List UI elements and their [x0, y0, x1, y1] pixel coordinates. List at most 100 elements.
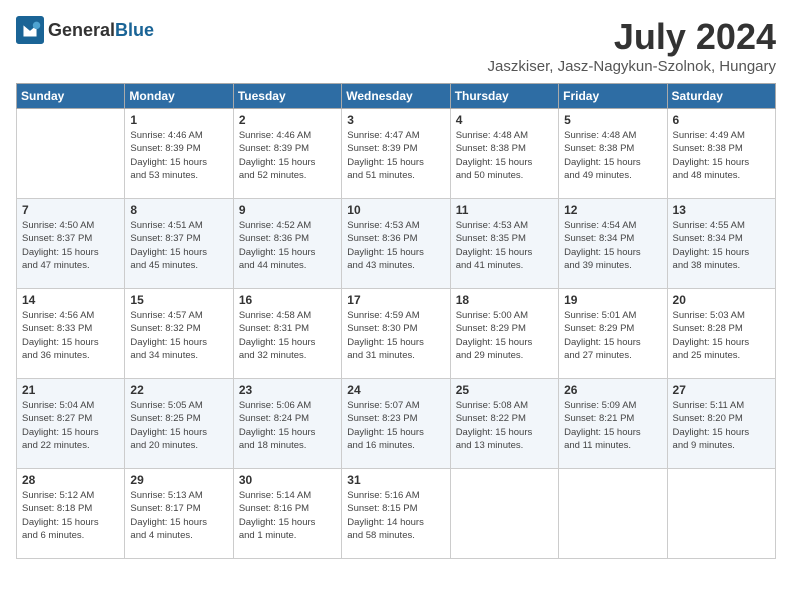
cell-info: Sunrise: 5:00 AM Sunset: 8:29 PM Dayligh…	[456, 309, 553, 362]
calendar-cell: 5Sunrise: 4:48 AM Sunset: 8:38 PM Daylig…	[559, 109, 667, 199]
calendar-cell	[559, 469, 667, 559]
cell-info: Sunrise: 5:09 AM Sunset: 8:21 PM Dayligh…	[564, 399, 661, 452]
header-tuesday: Tuesday	[233, 84, 341, 109]
calendar-week-2: 14Sunrise: 4:56 AM Sunset: 8:33 PM Dayli…	[17, 289, 776, 379]
page-header: GeneralBlue July 2024 Jaszkiser, Jasz-Na…	[16, 16, 776, 75]
calendar-cell: 8 Sunrise: 4:51 AM Sunset: 8:37 PM Daylig…	[125, 199, 233, 289]
day-number: 4	[456, 113, 553, 127]
calendar-cell: 24Sunrise: 5:07 AM Sunset: 8:23 PM Dayli…	[342, 379, 450, 469]
cell-info: Sunrise: 5:08 AM Sunset: 8:22 PM Dayligh…	[456, 399, 553, 452]
calendar-week-4: 28 Sunrise: 5:12 AM Sunset: 8:18 PM Dayli…	[17, 469, 776, 559]
header-sunday: Sunday	[17, 84, 125, 109]
day-number: 25	[456, 383, 553, 397]
calendar-header: Sunday Monday Tuesday Wednesday Thursday…	[17, 84, 776, 109]
day-number: 19	[564, 293, 661, 307]
calendar-cell: 31 Sunrise: 5:16 AM Sunset: 8:15 PM Dayli…	[342, 469, 450, 559]
cell-info: Sunrise: 5:13 AM Sunset: 8:17 PM Dayligh…	[130, 489, 227, 542]
calendar-cell: 3 Sunrise: 4:47 AM Sunset: 8:39 PM Daylig…	[342, 109, 450, 199]
calendar-cell: 12Sunrise: 4:54 AM Sunset: 8:34 PM Dayli…	[559, 199, 667, 289]
cell-info: Sunrise: 5:01 AM Sunset: 8:29 PM Dayligh…	[564, 309, 661, 362]
day-number: 8	[130, 203, 227, 217]
header-wednesday: Wednesday	[342, 84, 450, 109]
calendar-cell	[450, 469, 558, 559]
day-number: 30	[239, 473, 336, 487]
calendar-cell: 23Sunrise: 5:06 AM Sunset: 8:24 PM Dayli…	[233, 379, 341, 469]
day-number: 17	[347, 293, 444, 307]
calendar-cell: 21 Sunrise: 5:04 AM Sunset: 8:27 PM Dayli…	[17, 379, 125, 469]
calendar-table: Sunday Monday Tuesday Wednesday Thursday…	[16, 83, 776, 559]
cell-info: Sunrise: 4:52 AM Sunset: 8:36 PM Dayligh…	[239, 219, 336, 272]
calendar-cell: 16 Sunrise: 4:58 AM Sunset: 8:31 PM Dayli…	[233, 289, 341, 379]
calendar-cell: 29 Sunrise: 5:13 AM Sunset: 8:17 PM Dayli…	[125, 469, 233, 559]
logo-text: GeneralBlue	[48, 20, 154, 41]
cell-info: Sunrise: 4:57 AM Sunset: 8:32 PM Dayligh…	[130, 309, 227, 362]
cell-info: Sunrise: 5:16 AM Sunset: 8:15 PM Dayligh…	[347, 489, 444, 542]
day-number: 16	[239, 293, 336, 307]
day-number: 12	[564, 203, 661, 217]
calendar-cell: 15 Sunrise: 4:57 AM Sunset: 8:32 PM Dayli…	[125, 289, 233, 379]
day-number: 3	[347, 113, 444, 127]
day-number: 2	[239, 113, 336, 127]
header-friday: Friday	[559, 84, 667, 109]
day-number: 26	[564, 383, 661, 397]
day-number: 7	[22, 203, 119, 217]
calendar-week-3: 21 Sunrise: 5:04 AM Sunset: 8:27 PM Dayli…	[17, 379, 776, 469]
calendar-cell: 11 Sunrise: 4:53 AM Sunset: 8:35 PM Dayli…	[450, 199, 558, 289]
calendar-cell: 20 Sunrise: 5:03 AM Sunset: 8:28 PM Dayli…	[667, 289, 775, 379]
calendar-cell: 1Sunrise: 4:46 AM Sunset: 8:39 PM Daylig…	[125, 109, 233, 199]
logo-icon	[16, 16, 44, 44]
day-number: 6	[673, 113, 770, 127]
cell-info: Sunrise: 4:46 AM Sunset: 8:39 PM Dayligh…	[130, 129, 227, 182]
day-number: 20	[673, 293, 770, 307]
cell-info: Sunrise: 5:05 AM Sunset: 8:25 PM Dayligh…	[130, 399, 227, 452]
logo-general: General	[48, 20, 115, 40]
cell-info: Sunrise: 4:47 AM Sunset: 8:39 PM Dayligh…	[347, 129, 444, 182]
calendar-cell	[17, 109, 125, 199]
cell-info: Sunrise: 5:04 AM Sunset: 8:27 PM Dayligh…	[22, 399, 119, 452]
day-number: 22	[130, 383, 227, 397]
calendar-cell: 2 Sunrise: 4:46 AM Sunset: 8:39 PM Daylig…	[233, 109, 341, 199]
logo-blue: Blue	[115, 20, 154, 40]
cell-info: Sunrise: 5:06 AM Sunset: 8:24 PM Dayligh…	[239, 399, 336, 452]
cell-info: Sunrise: 5:12 AM Sunset: 8:18 PM Dayligh…	[22, 489, 119, 542]
cell-info: Sunrise: 4:59 AM Sunset: 8:30 PM Dayligh…	[347, 309, 444, 362]
header-monday: Monday	[125, 84, 233, 109]
day-number: 27	[673, 383, 770, 397]
cell-info: Sunrise: 4:49 AM Sunset: 8:38 PM Dayligh…	[673, 129, 770, 182]
location-title: Jaszkiser, Jasz-Nagykun-Szolnok, Hungary	[488, 58, 776, 75]
day-number: 15	[130, 293, 227, 307]
calendar-cell: 30Sunrise: 5:14 AM Sunset: 8:16 PM Dayli…	[233, 469, 341, 559]
day-number: 24	[347, 383, 444, 397]
day-number: 31	[347, 473, 444, 487]
calendar-cell: 27Sunrise: 5:11 AM Sunset: 8:20 PM Dayli…	[667, 379, 775, 469]
header-thursday: Thursday	[450, 84, 558, 109]
cell-info: Sunrise: 4:51 AM Sunset: 8:37 PM Dayligh…	[130, 219, 227, 272]
calendar-week-1: 7 Sunrise: 4:50 AM Sunset: 8:37 PM Daylig…	[17, 199, 776, 289]
calendar-cell: 13Sunrise: 4:55 AM Sunset: 8:34 PM Dayli…	[667, 199, 775, 289]
calendar-cell: 28 Sunrise: 5:12 AM Sunset: 8:18 PM Dayli…	[17, 469, 125, 559]
cell-info: Sunrise: 4:46 AM Sunset: 8:39 PM Dayligh…	[239, 129, 336, 182]
cell-info: Sunrise: 4:53 AM Sunset: 8:35 PM Dayligh…	[456, 219, 553, 272]
cell-info: Sunrise: 4:55 AM Sunset: 8:34 PM Dayligh…	[673, 219, 770, 272]
day-number: 28	[22, 473, 119, 487]
calendar-body: 1Sunrise: 4:46 AM Sunset: 8:39 PM Daylig…	[17, 109, 776, 559]
calendar-cell: 6 Sunrise: 4:49 AM Sunset: 8:38 PM Daylig…	[667, 109, 775, 199]
calendar-cell: 25 Sunrise: 5:08 AM Sunset: 8:22 PM Dayli…	[450, 379, 558, 469]
day-number: 29	[130, 473, 227, 487]
cell-info: Sunrise: 5:03 AM Sunset: 8:28 PM Dayligh…	[673, 309, 770, 362]
day-number: 5	[564, 113, 661, 127]
calendar-cell: 7 Sunrise: 4:50 AM Sunset: 8:37 PM Daylig…	[17, 199, 125, 289]
day-number: 11	[456, 203, 553, 217]
title-block: July 2024 Jaszkiser, Jasz-Nagykun-Szolno…	[488, 16, 776, 75]
calendar-cell: 10Sunrise: 4:53 AM Sunset: 8:36 PM Dayli…	[342, 199, 450, 289]
cell-info: Sunrise: 4:50 AM Sunset: 8:37 PM Dayligh…	[22, 219, 119, 272]
calendar-cell: 26 Sunrise: 5:09 AM Sunset: 8:21 PM Dayli…	[559, 379, 667, 469]
calendar-cell: 4 Sunrise: 4:48 AM Sunset: 8:38 PM Daylig…	[450, 109, 558, 199]
month-title: July 2024	[488, 16, 776, 58]
cell-info: Sunrise: 4:58 AM Sunset: 8:31 PM Dayligh…	[239, 309, 336, 362]
calendar-cell: 9Sunrise: 4:52 AM Sunset: 8:36 PM Daylig…	[233, 199, 341, 289]
day-number: 21	[22, 383, 119, 397]
cell-info: Sunrise: 4:56 AM Sunset: 8:33 PM Dayligh…	[22, 309, 119, 362]
calendar-cell: 17 Sunrise: 4:59 AM Sunset: 8:30 PM Dayli…	[342, 289, 450, 379]
cell-info: Sunrise: 4:48 AM Sunset: 8:38 PM Dayligh…	[456, 129, 553, 182]
